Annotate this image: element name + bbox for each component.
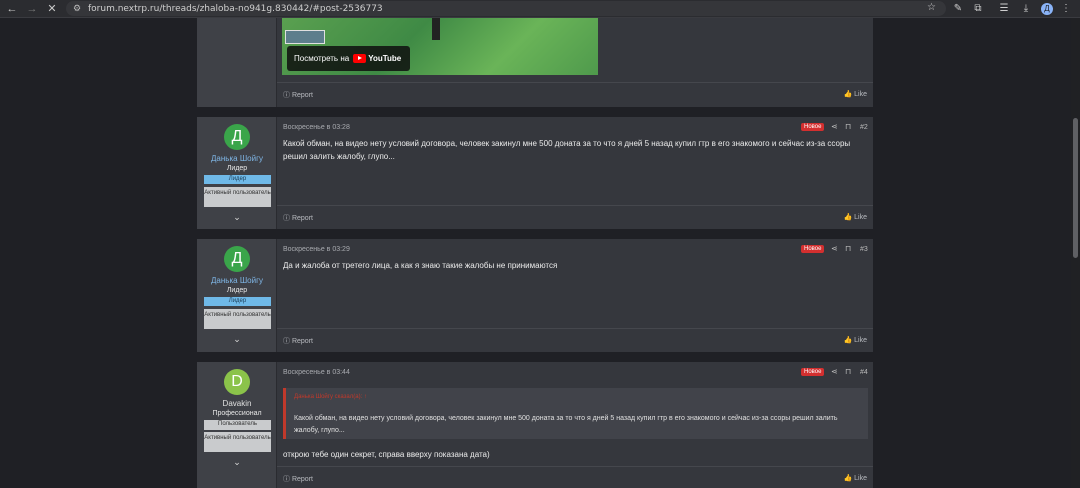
post-divider xyxy=(277,466,873,467)
menu-icon[interactable]: ⋮ xyxy=(1058,1,1074,17)
like-link[interactable]: 👍 Like xyxy=(843,213,867,221)
post-message: открою тебе один секрет, справа вверху п… xyxy=(283,450,490,459)
user-column: Д Данька Шойгу Лидер Лидер Активный поль… xyxy=(197,117,277,229)
leader-banner: Лидер xyxy=(204,297,271,306)
post-date[interactable]: Воскресенье в 03:44 xyxy=(283,369,350,376)
username[interactable]: Данька Шойгу xyxy=(197,154,277,163)
video-thumbnail-inset xyxy=(285,30,325,44)
post-2: Д Данька Шойгу Лидер Лидер Активный поль… xyxy=(197,117,873,229)
share-icon[interactable]: ⋖ xyxy=(831,244,838,253)
active-user-banner: Активный пользователь xyxy=(204,432,271,452)
like-link[interactable]: 👍 Like xyxy=(843,90,867,98)
like-link[interactable]: 👍 Like xyxy=(843,474,867,482)
post-divider xyxy=(277,205,873,206)
post-message: Какой обман, на видео нету условий догов… xyxy=(283,139,851,161)
quote-block: Данька Шойгу сказал(а): ↑ Какой обман, н… xyxy=(283,388,868,439)
leader-banner: Лидер xyxy=(204,175,271,184)
browser-toolbar: ← → ✕ ⚙ forum.nextrp.ru/threads/zhaloba-… xyxy=(0,0,1080,18)
forward-icon[interactable]: → xyxy=(24,1,40,17)
new-badge: Новое xyxy=(801,123,825,131)
avatar[interactable]: D xyxy=(224,369,250,395)
player-figure xyxy=(432,18,440,40)
site-info-icon[interactable]: ⚙ xyxy=(70,3,84,14)
quote-text: Какой обман, на видео нету условий догов… xyxy=(294,415,838,434)
username[interactable]: Данька Шойгу xyxy=(197,276,277,285)
user-column xyxy=(197,18,277,107)
bookmark-icon[interactable]: ⊓ xyxy=(845,367,851,376)
scroll-thumb[interactable] xyxy=(1073,118,1078,258)
reading-list-icon[interactable]: ☰ xyxy=(996,1,1012,17)
download-icon[interactable]: ⤓ xyxy=(1018,1,1034,17)
username[interactable]: Davakin xyxy=(197,399,277,408)
video-embed[interactable]: Посмотреть на YouTube xyxy=(282,18,598,75)
chevron-down-icon[interactable]: ⌄ xyxy=(197,212,277,223)
extension-icon[interactable]: ✎ xyxy=(950,1,966,17)
report-link[interactable]: ⓘ Report xyxy=(283,474,313,484)
puzzle-icon[interactable]: ⧉ xyxy=(970,1,986,17)
post-3: Д Данька Шойгу Лидер Лидер Активный поль… xyxy=(197,239,873,352)
back-icon[interactable]: ← xyxy=(4,1,20,17)
profile-avatar[interactable]: Д xyxy=(1041,3,1053,15)
post-number[interactable]: #2 xyxy=(860,124,868,131)
post-number[interactable]: #4 xyxy=(860,369,868,376)
watch-label: Посмотреть на xyxy=(294,54,350,63)
user-column: Д Данька Шойгу Лидер Лидер Активный поль… xyxy=(197,239,277,352)
bookmark-star-icon[interactable]: ☆ xyxy=(927,2,936,13)
chevron-down-icon[interactable]: ⌄ xyxy=(197,334,277,345)
report-link[interactable]: ⓘ Report xyxy=(283,213,313,223)
report-link[interactable]: ⓘ Report xyxy=(283,90,313,100)
youtube-play-icon xyxy=(353,54,367,63)
quote-author[interactable]: Данька Шойгу сказал(а): ↑ xyxy=(294,394,367,400)
message-column: Посмотреть на YouTube ⓘ Report 👍 Like xyxy=(277,18,873,107)
user-title: Лидер xyxy=(226,287,248,294)
message-column: Воскресенье в 03:29 Новое ⋖ ⊓ #3 Да и жа… xyxy=(277,239,873,352)
message-column: Воскресенье в 03:44 Новое ⋖ ⊓ #4 Данька … xyxy=(277,362,873,488)
address-bar[interactable]: ⚙ forum.nextrp.ru/threads/zhaloba-no941g… xyxy=(66,1,946,16)
share-icon[interactable]: ⋖ xyxy=(831,122,838,131)
like-link[interactable]: 👍 Like xyxy=(843,336,867,344)
post-divider xyxy=(277,328,873,329)
youtube-brand: YouTube xyxy=(368,54,402,63)
post-divider xyxy=(277,82,873,83)
chevron-down-icon[interactable]: ⌄ xyxy=(197,457,277,468)
user-banner: Пользователь xyxy=(204,420,271,430)
bookmark-icon[interactable]: ⊓ xyxy=(845,122,851,131)
watch-on-youtube-button[interactable]: Посмотреть на YouTube xyxy=(287,46,410,71)
url-text[interactable]: forum.nextrp.ru/threads/zhaloba-no941g.8… xyxy=(88,4,383,14)
post-date[interactable]: Воскресенье в 03:29 xyxy=(283,246,350,253)
avatar[interactable]: Д xyxy=(224,246,250,272)
post-1: Посмотреть на YouTube ⓘ Report 👍 Like xyxy=(197,18,873,107)
page-scrollbar[interactable] xyxy=(1071,18,1080,488)
avatar[interactable]: Д xyxy=(224,124,250,150)
post-message: Да и жалоба от третего лица, а как я зна… xyxy=(283,261,558,270)
user-title: Профессионал xyxy=(212,410,262,417)
new-badge: Новое xyxy=(801,245,825,253)
post-4: D Davakin Профессионал Пользователь Акти… xyxy=(197,362,873,488)
post-date[interactable]: Воскресенье в 03:28 xyxy=(283,124,350,131)
post-number[interactable]: #3 xyxy=(860,246,868,253)
user-column: D Davakin Профессионал Пользователь Акти… xyxy=(197,362,277,488)
message-column: Воскресенье в 03:28 Новое ⋖ ⊓ #2 Какой о… xyxy=(277,117,873,229)
share-icon[interactable]: ⋖ xyxy=(831,367,838,376)
active-user-banner: Активный пользователь xyxy=(204,187,271,207)
user-title: Лидер xyxy=(226,165,248,172)
active-user-banner: Активный пользователь xyxy=(204,309,271,329)
new-badge: Новое xyxy=(801,368,825,376)
stop-icon[interactable]: ✕ xyxy=(44,1,60,17)
report-link[interactable]: ⓘ Report xyxy=(283,336,313,346)
bookmark-icon[interactable]: ⊓ xyxy=(845,244,851,253)
